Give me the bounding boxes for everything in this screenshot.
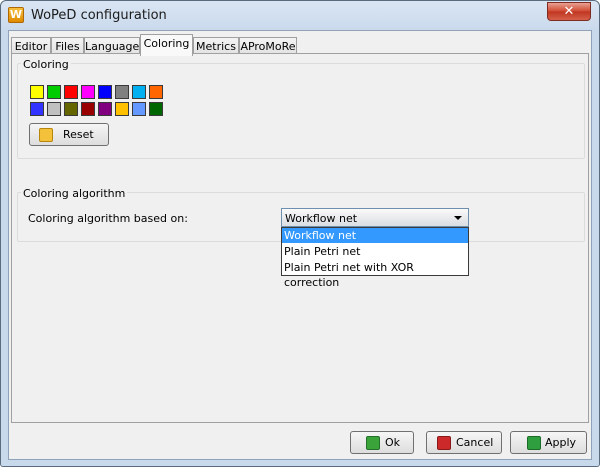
- color-swatch[interactable]: [81, 102, 95, 116]
- dialog-body: Editor Files Language Coloring Metrics A…: [8, 30, 592, 460]
- coloring-group-title: Coloring: [21, 58, 71, 71]
- title-bar[interactable]: W WoPeD configuration ✕: [1, 1, 599, 30]
- config-window: W WoPeD configuration ✕ Editor Files Lan…: [0, 0, 600, 467]
- apply-button-label: Apply: [545, 436, 577, 449]
- close-button[interactable]: ✕: [547, 2, 591, 21]
- dropdown-option-workflow-net[interactable]: Workflow net: [282, 228, 468, 243]
- reset-button-label: Reset: [63, 128, 94, 141]
- x-icon: [437, 436, 451, 450]
- dropdown-option-plain-petri-net[interactable]: Plain Petri net: [282, 244, 468, 259]
- undo-arrow-icon: [39, 128, 53, 142]
- algorithm-dropdown-list: Workflow net Plain Petri net Plain Petri…: [281, 227, 469, 289]
- algorithm-selected-value: Workflow net: [285, 212, 358, 225]
- algorithm-group-title: Coloring algorithm: [21, 187, 128, 200]
- color-swatch[interactable]: [47, 102, 61, 116]
- color-swatch[interactable]: [149, 85, 163, 99]
- color-swatch[interactable]: [64, 102, 78, 116]
- window-title: WoPeD configuration: [31, 8, 167, 23]
- cancel-button-label: Cancel: [456, 436, 494, 449]
- download-arrow-icon: [527, 436, 541, 450]
- color-swatch[interactable]: [132, 85, 146, 99]
- ok-button-label: Ok: [385, 436, 401, 449]
- color-swatch[interactable]: [30, 85, 44, 99]
- check-icon: [366, 436, 380, 450]
- color-swatch[interactable]: [47, 85, 61, 99]
- ok-button[interactable]: Ok: [350, 431, 414, 454]
- color-swatch[interactable]: [64, 85, 78, 99]
- apply-button[interactable]: Apply: [510, 431, 587, 454]
- color-swatch[interactable]: [115, 102, 129, 116]
- tab-coloring[interactable]: Coloring: [140, 34, 193, 56]
- reset-button[interactable]: Reset: [29, 123, 109, 146]
- color-swatch[interactable]: [149, 102, 163, 116]
- dropdown-option-plain-petri-net-xor[interactable]: Plain Petri net with XOR correction: [282, 260, 468, 289]
- color-swatch[interactable]: [115, 85, 129, 99]
- color-swatch[interactable]: [98, 102, 112, 116]
- chevron-down-icon[interactable]: [454, 216, 462, 220]
- color-swatch[interactable]: [30, 102, 44, 116]
- cancel-button[interactable]: Cancel: [426, 431, 502, 454]
- algorithm-combobox[interactable]: Workflow net: [281, 208, 469, 227]
- coloring-tab-panel: Coloring Reset Coloring algorithm Colori…: [11, 53, 589, 423]
- color-swatch[interactable]: [132, 102, 146, 116]
- algorithm-label: Coloring algorithm based on:: [28, 212, 188, 225]
- color-swatch[interactable]: [81, 85, 95, 99]
- woped-app-icon: W: [8, 7, 24, 23]
- color-swatch[interactable]: [98, 85, 112, 99]
